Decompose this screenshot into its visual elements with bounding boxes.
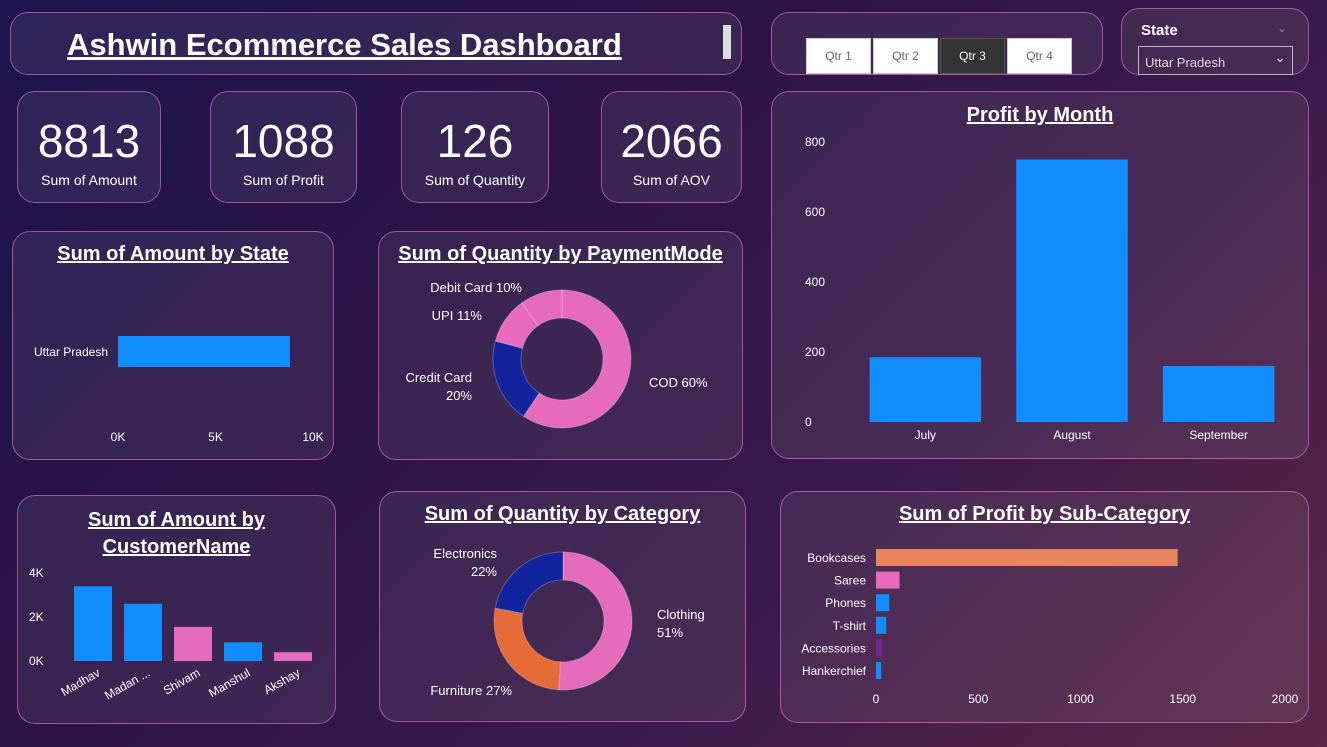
slice-label: 22% [471,564,497,579]
slice [493,607,561,691]
chevron-down-icon: ⌄ [1274,49,1286,65]
kpi-card-aov: 2066 Sum of AOV [601,91,742,203]
bar [1162,366,1275,422]
quarter-button-q2[interactable]: Qtr 2 [873,38,938,74]
kpi-card-amount: 8813 Sum of Amount [17,91,161,203]
bar [274,652,312,661]
x-tick-label: 5K [208,430,223,444]
bar [876,662,882,679]
slice-label: Clothing [657,607,705,622]
y-tick-label: 0 [805,415,812,429]
x-tick-label: Akshay [261,665,302,697]
x-tick-label: 2000 [1272,692,1299,706]
quarter-slicer-panel: Qtr 1 Qtr 2 Qtr 3 Qtr 4 [771,12,1103,75]
amount-by-customer-chart: 0K 2K 4K Madhav Madan ... Shivam Manshul Akshay [29,566,312,703]
x-tick-label: July [915,428,936,442]
kpi-label: Sum of AOV [632,172,711,188]
slice-label: 20% [446,388,472,403]
bar [124,603,162,661]
x-tick-label: 0 [873,692,880,706]
scroll-handle[interactable] [723,25,731,59]
kpi-value: 126 [436,115,514,167]
slice-label: 51% [657,625,683,640]
kpi-label: Sum of Profit [243,172,324,188]
y-tick-label: 200 [805,345,825,359]
kpi-value: 8813 [37,115,141,167]
bar [876,594,890,612]
quantity-by-paymentmode-chart: COD 60% Credit Card 20% UPI 11% Debit Card 1… [406,280,708,429]
quarter-button-q4[interactable]: Qtr 4 [1007,38,1072,74]
y-tick-label: Bookcases [807,551,866,565]
profit-by-subcategory-chart: Bookcases Saree Phones T-shirt Accessories Ha… [801,549,1299,706]
bar [224,642,262,661]
state-filter-panel: State ⌄ Uttar Pradesh ⌄ [1121,8,1309,75]
kpi-card-quantity: 126 Sum of Quantity [401,91,549,203]
x-tick-label: August [1053,428,1091,442]
bar [869,357,982,422]
bar [74,586,112,661]
slice [558,551,633,691]
x-tick-label: Shivam [161,665,203,697]
quarter-button-q1[interactable]: Qtr 1 [806,38,871,74]
kpi-label: Sum of Quantity [424,172,526,188]
kpi-value: 1088 [232,115,335,167]
page-title: Ashwin Ecommerce Sales Dashboard [67,27,622,62]
y-tick-label: Hankerchief [802,664,867,678]
y-tick-label: 400 [805,275,825,289]
slice-label: Furniture 27% [430,683,512,698]
x-tick-label: 500 [968,692,988,706]
y-tick-label: 4K [29,566,44,580]
kpi-value: 2066 [620,115,723,167]
header-panel: Ashwin Ecommerce Sales Dashboard [10,12,742,75]
bar [876,616,887,634]
collapse-chevron-icon[interactable]: ⌄ [1277,21,1287,35]
y-tick-label: 800 [805,135,825,149]
profit-by-month-panel: Profit by Month 0 200 400 600 800 July August S… [771,91,1309,459]
x-tick-label: Manshul [206,665,252,700]
y-tick-label: T-shirt [833,619,867,633]
amount-by-state-chart: Uttar Pradesh 0K 5K 10K [34,336,324,444]
x-tick-label: Madhav [59,665,103,698]
y-tick-label: 2K [29,610,44,624]
quantity-by-paymentmode-panel: Sum of Quantity by PaymentMode COD 60% Cr… [378,231,743,460]
bar [118,336,290,367]
quantity-by-category-panel: Sum of Quantity by Category Clothing 51% F… [379,491,746,722]
slice-label: Electronics [433,546,497,561]
kpi-label: Sum of Amount [41,172,137,188]
bar [1016,159,1128,422]
bar [876,571,900,589]
slice-label: Debit Card 10% [430,280,522,295]
y-tick-label: 0K [29,654,44,668]
x-tick-label: 0K [111,430,126,444]
profit-by-month-chart: 0 200 400 600 800 July August September [805,135,1275,442]
slice-label: Credit Card [406,370,472,385]
quantity-by-category-chart: Clothing 51% Furniture 27% Electronics 22% [430,546,705,698]
y-tick-label: Accessories [801,641,866,655]
quarter-button-q3[interactable]: Qtr 3 [940,38,1005,74]
y-tick-label: Phones [825,596,866,610]
amount-by-state-panel: Sum of Amount by State Uttar Pradesh 0K 5K… [12,231,334,460]
state-filter-label: State [1141,22,1178,39]
y-tick-label: Saree [834,574,866,588]
profit-by-subcategory-panel: Sum of Profit by Sub-Category Bookcases S… [780,491,1309,723]
slice-label: UPI 11% [432,308,483,323]
state-dropdown[interactable]: Uttar Pradesh ⌄ [1138,46,1293,75]
slice-label: COD 60% [649,375,708,390]
bar [876,549,1178,566]
x-tick-label: 10K [302,430,323,444]
kpi-card-profit: 1088 Sum of Profit [210,91,357,203]
slice [494,551,564,614]
x-tick-label: 1500 [1169,692,1196,706]
y-tick-label: Uttar Pradesh [34,345,108,359]
y-tick-label: 600 [805,205,825,219]
bar [174,626,212,661]
x-tick-label: September [1189,428,1248,442]
bar [876,639,883,657]
state-dropdown-value: Uttar Pradesh [1145,55,1226,70]
x-tick-label: Madan ... [102,665,152,702]
amount-by-customer-panel: Sum of Amount by CustomerName 0K 2K 4K Madh… [17,495,336,724]
x-tick-label: 1000 [1067,692,1094,706]
